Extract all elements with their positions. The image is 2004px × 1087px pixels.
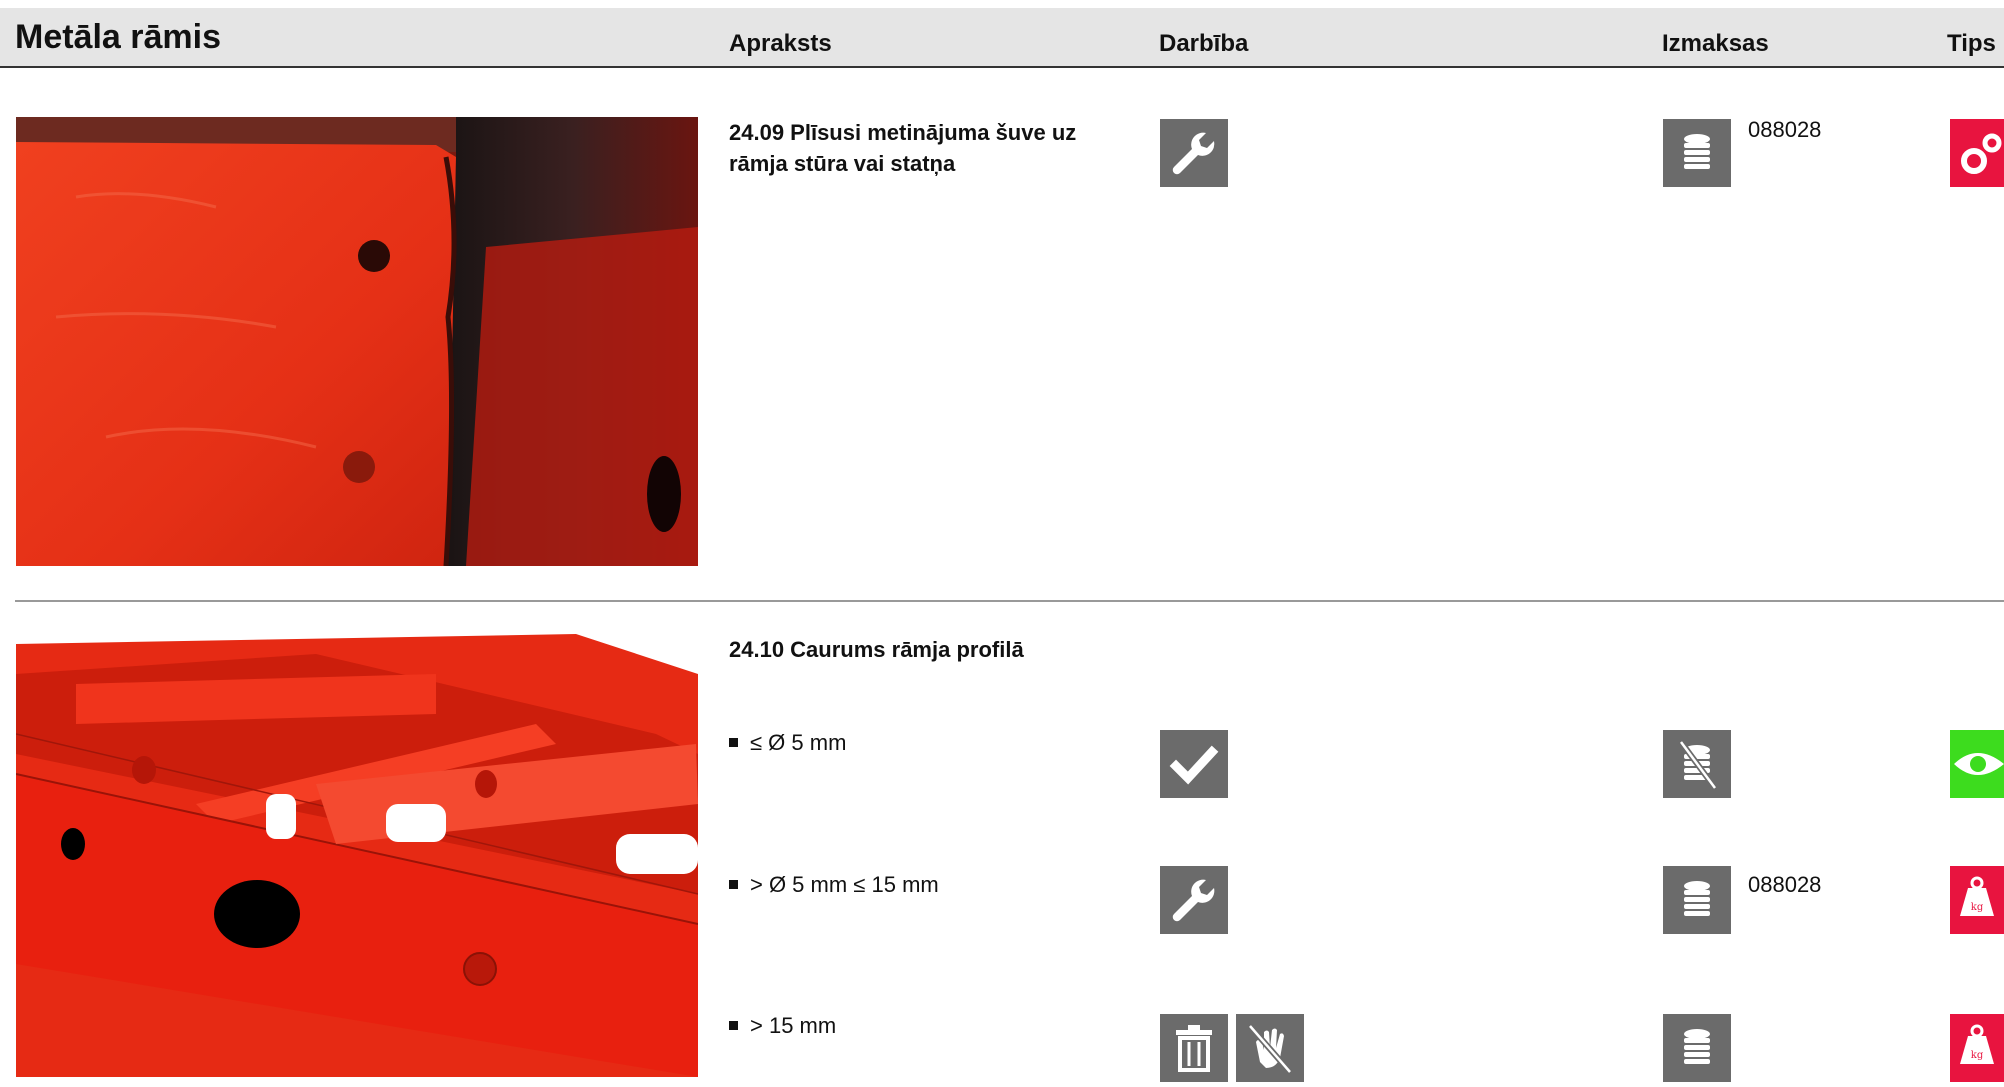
- trash-icon: [1160, 1014, 1228, 1082]
- condition-text: > Ø 5 mm ≤ 15 mm: [750, 872, 939, 897]
- coins-crossed-icon: [1663, 730, 1731, 798]
- column-header-tips: Tips: [1947, 30, 1996, 57]
- wrench-icon: [1160, 119, 1228, 187]
- condition-row: ≤ Ø 5 mm: [729, 730, 846, 756]
- weight-kg-icon: kg: [1950, 866, 2004, 934]
- condition-text: ≤ Ø 5 mm: [750, 730, 847, 755]
- column-header-description: Apraksts: [729, 30, 832, 57]
- condition-text: > 15 mm: [750, 1013, 837, 1038]
- coins-icon: [1663, 866, 1731, 934]
- coins-icon: [1663, 1014, 1731, 1082]
- hand-crossed-icon: [1236, 1014, 1304, 1082]
- wrench-icon: [1160, 866, 1228, 934]
- column-header-cost: Izmaksas: [1662, 30, 1769, 57]
- coins-icon: [1663, 119, 1731, 187]
- condition-row: > Ø 5 mm ≤ 15 mm: [729, 872, 939, 898]
- weight-kg-label: kg: [1971, 902, 1984, 913]
- entry-title: 24.10 Caurums rāmja profilā: [729, 637, 1024, 662]
- cost-code: 088028: [1748, 872, 1822, 897]
- entry-title: 24.09 Plīsusi metinājuma šuve uz rāmja s…: [729, 120, 1077, 176]
- table-header: Metāla rāmis Apraksts Darbība Izmaksas T…: [0, 8, 2004, 68]
- weld-seam-photo: [16, 117, 698, 566]
- eye-icon: [1950, 730, 2004, 798]
- condition-row: > 15 mm: [729, 1013, 836, 1039]
- check-icon: [1160, 730, 1228, 798]
- column-header-action: Darbība: [1159, 30, 1249, 57]
- frame-hole-illustration: [16, 634, 698, 1077]
- weight-kg-icon: kg: [1950, 1014, 2004, 1082]
- weight-kg-label: kg: [1971, 1050, 1984, 1061]
- gears-icon: [1950, 119, 2004, 187]
- row-divider: [15, 600, 2004, 602]
- page-title: Metāla rāmis: [15, 18, 221, 56]
- cost-code: 088028: [1748, 117, 1822, 142]
